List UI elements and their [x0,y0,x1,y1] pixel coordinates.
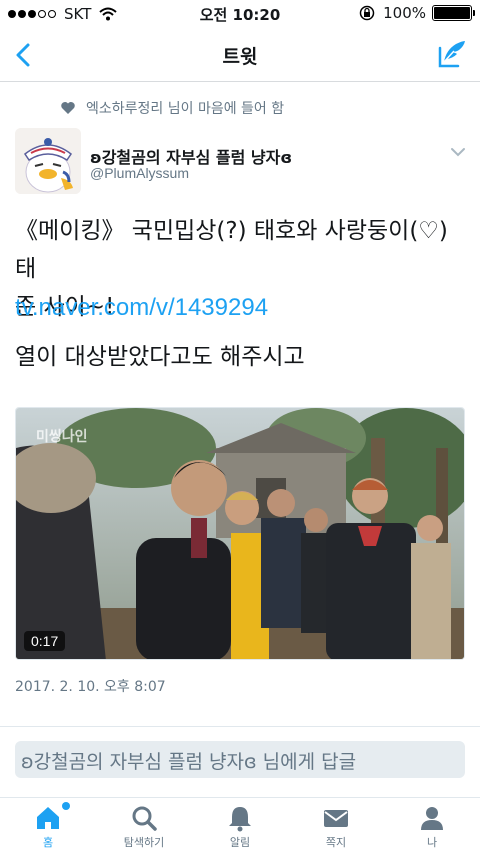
tab-label: 탐색하기 [123,836,165,849]
tweet-link[interactable]: tv.naver.com/v/1439294 [15,294,268,322]
battery-icon [432,5,475,21]
social-context[interactable]: 엑소하루정리 님이 마음에 들어 함 [60,98,284,118]
new-content-indicator [62,802,70,810]
tab-me[interactable]: 나 [384,798,480,854]
avatar[interactable] [15,128,81,194]
video-watermark: 미씽나인 [36,429,88,445]
tab-explore[interactable]: 탐색하기 [96,798,192,854]
tab-label: 쪽지 [325,836,347,849]
liked-by-text: 엑소하루정리 님이 마음에 들어 함 [86,101,285,117]
tweet-text-line: 열이 대상받았다고도 해주시고 [15,344,305,370]
person-icon [421,807,443,830]
rotation-lock-icon [359,5,375,21]
author-handle[interactable]: @PlumAlyssum [90,165,189,181]
divider [0,726,480,727]
page-title: 트윗 [222,46,258,68]
tweet-timestamp: 2017. 2. 10. 오후 8:07 [15,679,166,695]
tab-label: 알림 [229,836,251,849]
envelope-icon [324,810,348,827]
home-icon [37,807,59,829]
tab-notifications[interactable]: 알림 [192,798,288,854]
tab-messages[interactable]: 쪽지 [288,798,384,854]
heart-icon [61,102,75,114]
tab-label: 홈 [42,836,54,849]
video-player[interactable]: 미씽나인 0:17 [15,407,465,660]
compose-tweet-icon[interactable] [436,38,468,70]
avatar-duck-image [15,128,81,194]
status-bar: SKT 오전 10:20 100% [0,0,480,28]
search-icon [132,806,157,831]
tab-home[interactable]: 홈 [0,798,96,854]
bell-icon [229,807,251,832]
reply-input[interactable]: ʚ강철곰의 자부심 플럼 냥자ɞ 님에게 답글 [15,741,465,778]
tab-bar: 홈 탐색하기 알림 쪽지 나 [0,797,480,854]
navigation-bar: 트윗 [0,28,480,82]
battery-percent: 100% [383,4,426,22]
chevron-down-icon[interactable] [450,146,466,158]
video-duration-badge: 0:17 [24,631,66,651]
tweet-text-line: 《메이킹》 국민밉상(?) 태호와 사랑둥이(♡) 태 [15,218,448,282]
tab-label: 나 [426,836,438,849]
